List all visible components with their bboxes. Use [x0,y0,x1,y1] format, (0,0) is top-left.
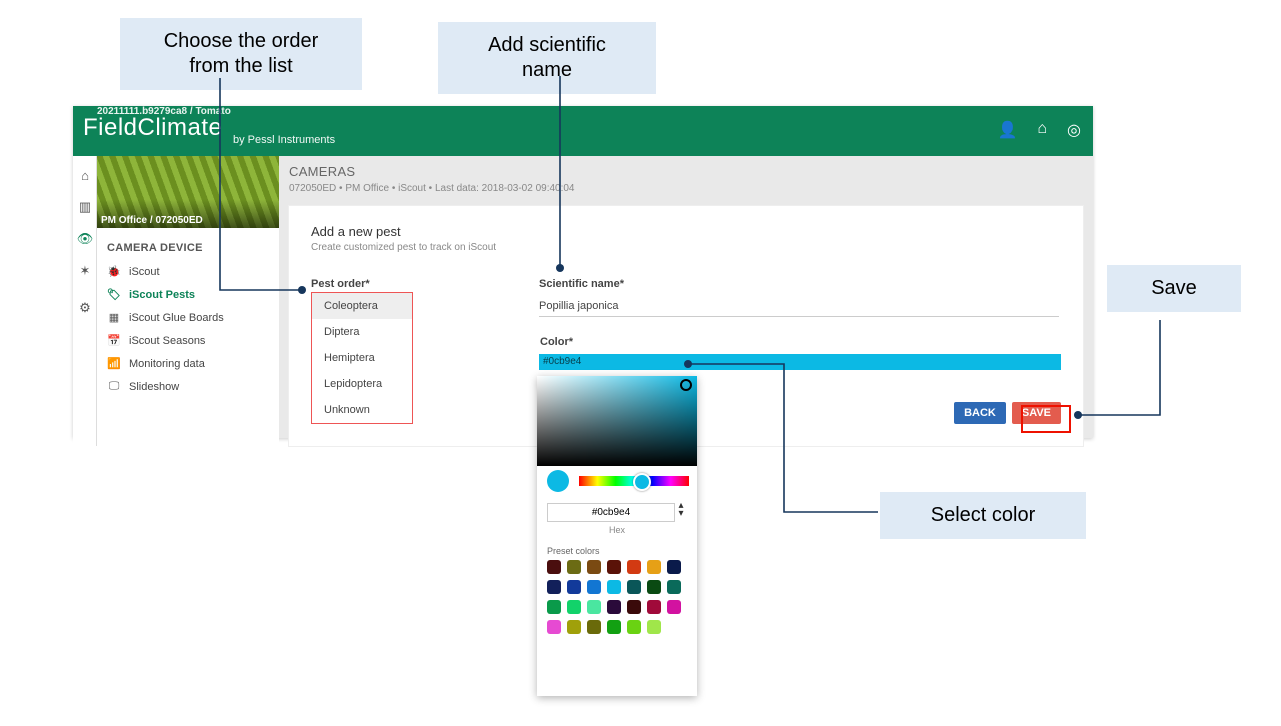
top-icons: 👤 ⌂ ◎ [997,120,1081,140]
preset-colors-label: Preset colors [547,546,600,556]
pest-order-option[interactable]: Lepidoptera [312,371,412,397]
preset-color-swatch[interactable] [587,600,601,614]
sidebar-item-seasons[interactable]: 📅 iScout Seasons [97,329,279,352]
sidebar-header: CAMERA DEVICE [97,238,279,260]
spray-icon[interactable]: ✶ [74,260,96,282]
form-title: Add a new pest [311,224,401,239]
saturation-value-area[interactable] [537,376,697,466]
app-bar: 20211111.b9279ca8 / Tomato FieldClimate … [73,106,1093,156]
callout-color: Select color [880,492,1086,539]
preset-color-swatch[interactable] [647,580,661,594]
sidebar-item-glue-boards[interactable]: ▦ iScout Glue Boards [97,306,279,329]
pest-order-option[interactable]: Unknown [312,397,412,423]
board-icon: ▦ [107,311,121,324]
preset-color-swatch[interactable] [627,580,641,594]
preset-color-swatch[interactable] [667,580,681,594]
station-label: PM Office / 072050ED [101,215,203,226]
save-button[interactable]: SAVE [1012,402,1061,424]
gear-icon[interactable]: ⚙ [74,297,96,319]
preset-color-swatch[interactable] [587,560,601,574]
scientific-name-input[interactable] [539,296,1059,317]
chart-icon[interactable]: ▥ [74,196,96,218]
color-picker[interactable]: ▴▾ Hex Preset colors [537,376,697,696]
byline: by Pessl Instruments [233,134,335,146]
page-header: CAMERAS 072050ED • PM Office • iScout • … [289,164,1093,194]
preset-color-swatch[interactable] [607,620,621,634]
pest-order-dropdown[interactable]: Coleoptera Diptera Hemiptera Lepidoptera… [311,292,413,424]
user-icon[interactable]: 👤 [997,120,1017,140]
logo: FieldClimate [83,114,222,142]
tag-icon: 🏷 [107,288,121,301]
preset-color-swatch[interactable] [647,620,661,634]
preset-color-swatch[interactable] [607,600,621,614]
color-label: Color* [540,336,573,348]
page-title: CAMERAS [289,164,1093,179]
sidebar-item-label: iScout Seasons [129,335,205,347]
callout-order: Choose the order from the list [120,18,362,90]
hue-handle[interactable] [633,473,651,491]
pest-order-label: Pest order* [311,278,370,290]
preset-color-swatch[interactable] [567,600,581,614]
calendar-icon: 📅 [107,334,121,347]
preset-colors-grid [547,560,687,634]
eye-icon[interactable]: 👁 [74,228,96,250]
house-icon[interactable]: ⌂ [1037,120,1047,140]
sidebar-item-label: iScout [129,266,160,278]
preset-color-swatch[interactable] [627,620,641,634]
sidebar-item-monitoring[interactable]: 📶 Monitoring data [97,352,279,375]
pest-order-option[interactable]: Hemiptera [312,345,412,371]
preset-color-swatch[interactable] [627,600,641,614]
sidebar-item-label: Slideshow [129,381,179,393]
home-icon[interactable]: ⌂ [74,164,96,186]
preset-color-swatch[interactable] [607,580,621,594]
hex-stepper[interactable]: ▴▾ [675,502,687,518]
preset-color-swatch[interactable] [547,620,561,634]
broadcast-icon[interactable]: ◎ [1067,120,1081,140]
pest-order-option[interactable]: Diptera [312,319,412,345]
color-input[interactable]: #0cb9e4 [539,354,1061,370]
preset-color-swatch[interactable] [567,620,581,634]
preset-color-swatch[interactable] [647,600,661,614]
back-button[interactable]: BACK [954,402,1006,424]
preset-color-swatch[interactable] [607,560,621,574]
preset-color-swatch[interactable] [647,560,661,574]
form-buttons: BACK SAVE [954,402,1061,424]
sidebar-item-iscout-pests[interactable]: 🏷 iScout Pests [97,283,279,306]
slideshow-icon: 🖵 [107,380,121,393]
station-thumbnail[interactable]: PM Office / 072050ED [97,156,279,229]
preset-color-swatch[interactable] [547,560,561,574]
hue-slider[interactable] [579,476,689,486]
page-subtitle: 072050ED • PM Office • iScout • Last dat… [289,183,1093,194]
callout-save: Save [1107,265,1241,312]
hex-input[interactable] [547,503,675,522]
bars-icon: 📶 [107,357,121,370]
icon-rail: ⌂ ▥ 👁 ✶ ⚙ [73,156,97,446]
sv-handle[interactable] [680,379,692,391]
hex-label: Hex [547,525,687,535]
preset-color-swatch[interactable] [567,560,581,574]
sidebar: CAMERA DEVICE 🐞 iScout 🏷 iScout Pests ▦ iSc… [97,228,279,448]
preset-color-swatch[interactable] [587,620,601,634]
form-subtitle: Create customized pest to track on iScou… [311,242,496,253]
preset-color-swatch[interactable] [587,580,601,594]
sidebar-item-iscout[interactable]: 🐞 iScout [97,260,279,283]
current-color-swatch [547,470,569,492]
preset-color-swatch[interactable] [667,560,681,574]
preset-color-swatch[interactable] [567,580,581,594]
sidebar-item-slideshow[interactable]: 🖵 Slideshow [97,375,279,398]
sidebar-item-label: iScout Glue Boards [129,312,224,324]
preset-color-swatch[interactable] [667,600,681,614]
bug-icon: 🐞 [107,265,121,278]
sidebar-item-label: Monitoring data [129,358,205,370]
sidebar-item-label: iScout Pests [129,289,195,301]
callout-sci: Add scientific name [438,22,656,94]
preset-color-swatch[interactable] [627,560,641,574]
preset-color-swatch[interactable] [547,580,561,594]
pest-order-option[interactable]: Coleoptera [312,293,412,319]
scientific-name-label: Scientific name* [539,278,624,290]
preset-color-swatch[interactable] [547,600,561,614]
